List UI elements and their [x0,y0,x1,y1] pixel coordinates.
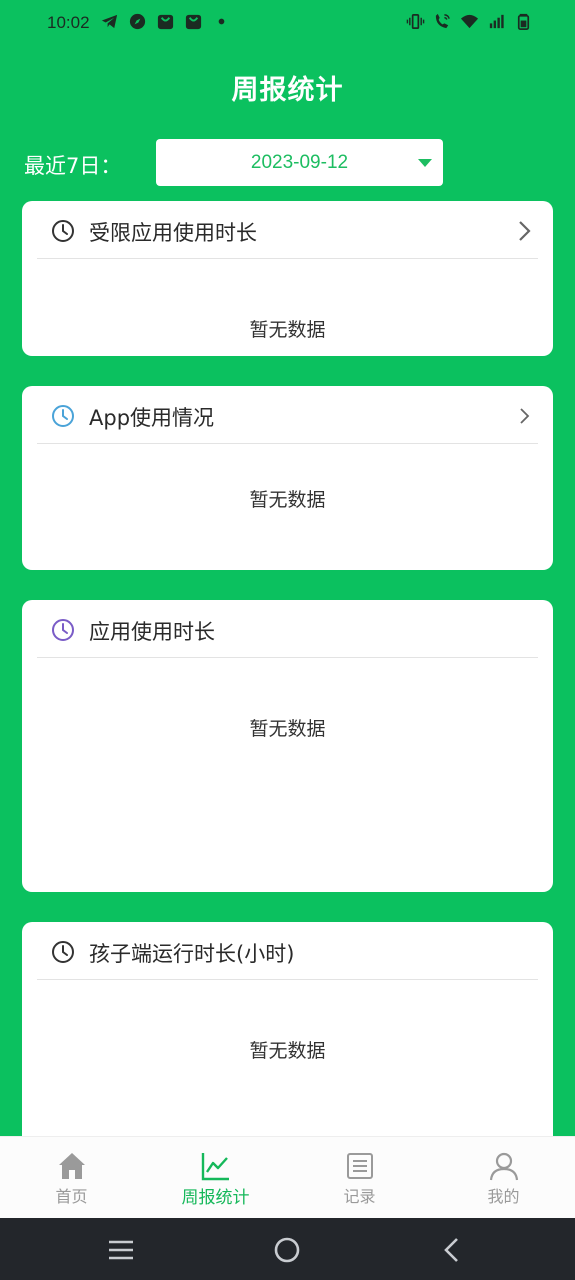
status-time: 10:02 [47,13,90,32]
compass-icon [128,12,147,31]
bag-icon [156,12,175,31]
clock-icon [51,404,75,428]
battery-icon [514,12,533,31]
card-title: 孩子端运行时长(小时) [89,942,295,966]
tab-label: 记录 [343,1187,376,1206]
signal-icon [487,12,506,31]
chart-icon [200,1150,232,1182]
date-picker[interactable]: 2023-09-12 [156,139,443,186]
date-picker-value: 2023-09-12 [250,151,349,173]
card-app-usage-duration: 应用使用时长 暂无数据 [22,600,553,892]
back-icon[interactable] [438,1235,468,1265]
menu-icon[interactable] [106,1235,136,1265]
card-header: 孩子端运行时长(小时) [37,922,538,980]
clock-icon [51,618,75,642]
dot-icon [212,12,231,31]
tab-label: 周报统计 [181,1188,250,1208]
tab-label: 首页 [55,1187,88,1206]
clock-icon [51,940,75,964]
card-header: 受限应用使用时长 [37,201,538,259]
tab-records[interactable]: 记录 [288,1137,431,1219]
wifi-icon [460,12,479,31]
empty-state-text: 暂无数据 [249,1040,326,1062]
card-title: App使用情况 [89,406,215,430]
card-title: 应用使用时长 [89,620,215,644]
bag-icon [184,12,203,31]
card-header: 应用使用时长 [37,600,538,658]
home-icon [56,1150,88,1182]
page-title: 周报统计 [231,75,344,106]
list-icon [344,1150,376,1182]
tab-weekly-report[interactable]: 周报统计 [144,1137,287,1219]
chevron-right-icon[interactable] [512,404,536,428]
telegram-icon [100,12,119,31]
home-circle-icon[interactable] [272,1235,302,1265]
system-nav-bar [0,1218,575,1280]
tab-label: 我的 [487,1187,520,1206]
wifi-call-icon [433,12,452,31]
bottom-tab-bar: 首页 周报统计 记录 我的 [0,1136,575,1218]
empty-state-text: 暂无数据 [249,489,326,511]
card-restricted-app-usage[interactable]: 受限应用使用时长 暂无数据 [22,201,553,356]
tab-profile[interactable]: 我的 [432,1137,575,1219]
date-range-label: 最近7日： [24,154,122,178]
status-bar: 10:02 [0,0,575,48]
tab-home[interactable]: 首页 [0,1137,143,1219]
clock-icon [51,219,75,243]
empty-state-text: 暂无数据 [249,319,326,341]
empty-state-text: 暂无数据 [249,718,326,740]
caret-down-icon [418,159,432,167]
card-title: 受限应用使用时长 [89,221,257,245]
card-app-usage[interactable]: App使用情况 暂无数据 [22,386,553,570]
user-icon [488,1150,520,1182]
vibrate-icon [406,12,425,31]
card-child-runtime: 孩子端运行时长(小时) 暂无数据 [22,922,553,1162]
chevron-right-icon[interactable] [512,219,536,243]
card-header: App使用情况 [37,386,538,444]
